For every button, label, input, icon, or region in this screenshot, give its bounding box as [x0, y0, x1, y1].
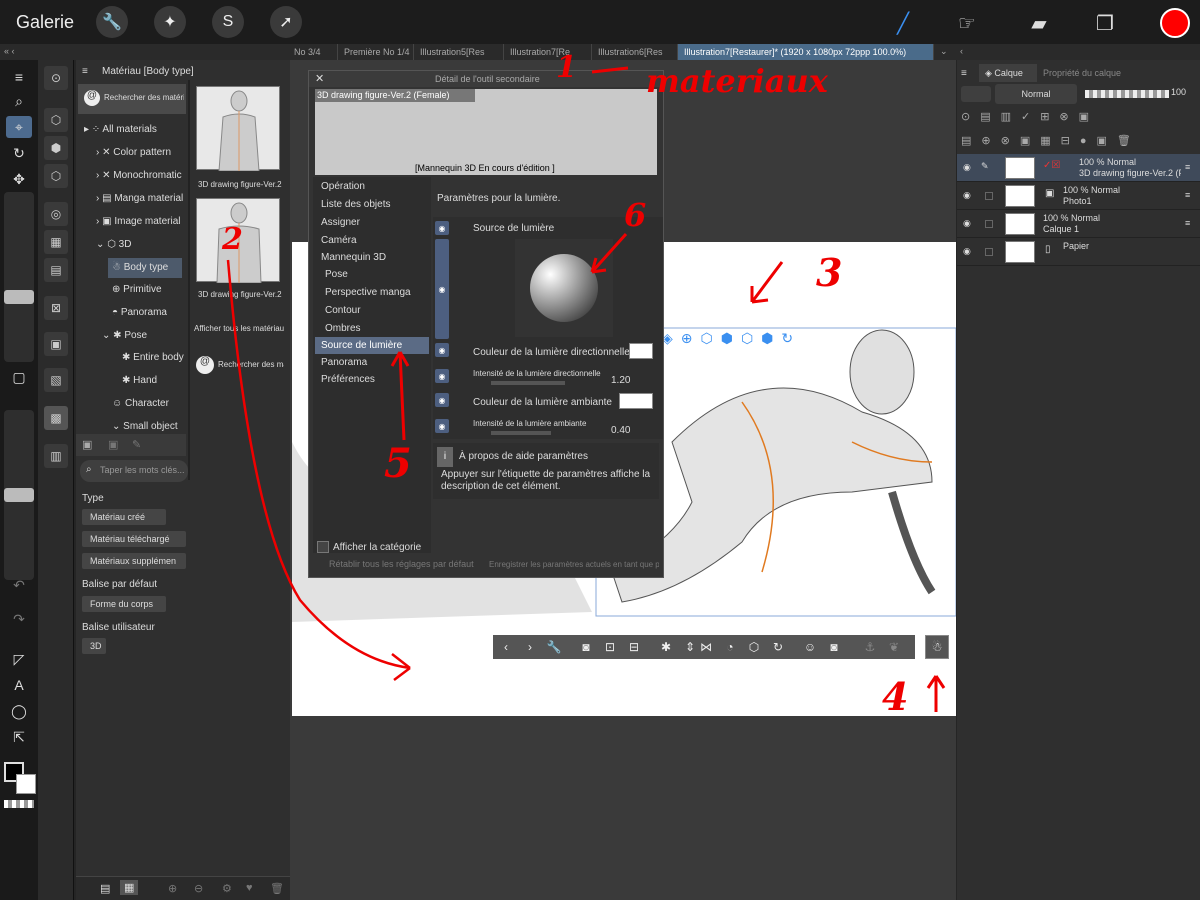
annotation-2: 2 [222, 222, 243, 257]
arrow-2 [226, 259, 411, 670]
arrow-4 [926, 675, 946, 712]
annotation-4: 4 [882, 674, 909, 719]
annotation-1: 1 [556, 50, 577, 85]
annotation-6: 6 [624, 196, 647, 234]
arrow-1 [591, 66, 629, 74]
annotation-materiaux: materiaux [646, 62, 828, 100]
annotation-overlay [226, 66, 946, 712]
arrow-6 [590, 232, 628, 274]
arrow-5 [390, 351, 410, 441]
arrow-3 [750, 261, 784, 304]
annotation-3: 3 [816, 250, 843, 295]
annotation-5: 5 [384, 440, 412, 487]
